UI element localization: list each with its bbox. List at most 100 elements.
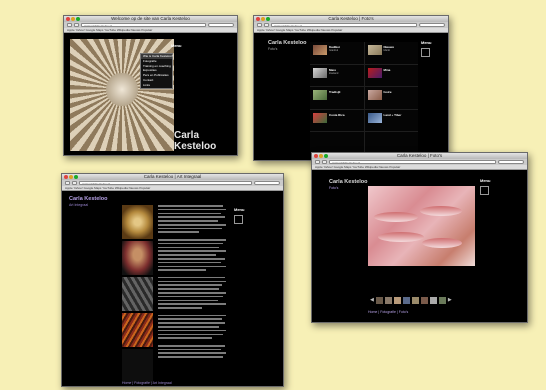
- search-field[interactable]: [208, 23, 234, 27]
- text-line: [158, 295, 224, 298]
- photo-thumbnail[interactable]: [122, 277, 153, 311]
- menu-label[interactable]: Menu: [234, 207, 244, 212]
- address-bar[interactable]: www.carlakesteloo.nl: [329, 160, 496, 164]
- site-name: Carla Kesteloo: [268, 40, 307, 46]
- text-line: [158, 246, 220, 249]
- strip-thumbnail[interactable]: [393, 297, 401, 304]
- strip-thumbnail[interactable]: [420, 297, 428, 304]
- minimize-icon[interactable]: [69, 175, 73, 179]
- strip-thumbnail[interactable]: [429, 297, 437, 304]
- page-content: Carla Kesteloo Foto's Kadikoi Istanbul Nie…: [254, 34, 448, 160]
- album-cell[interactable]: Mare Zeeland: [310, 64, 364, 87]
- forward-button[interactable]: [72, 181, 77, 185]
- fish-shape: [420, 206, 462, 216]
- main-photo[interactable]: [368, 186, 475, 266]
- bookmarks-bar[interactable]: Apple Yahoo! Google Maps YouTube Wikiped…: [64, 28, 237, 33]
- album-cell[interactable]: Mina: [364, 64, 418, 87]
- photo-thumbnail[interactable]: [122, 313, 153, 347]
- album-thumbnail[interactable]: [313, 135, 327, 146]
- text-line: [158, 284, 222, 286]
- close-icon[interactable]: [314, 154, 318, 158]
- text-line: [158, 322, 225, 324]
- close-icon[interactable]: [66, 17, 70, 21]
- next-arrow-icon[interactable]: ▶: [448, 297, 452, 304]
- album-thumbnail[interactable]: [313, 45, 327, 55]
- menu-label[interactable]: Menu: [421, 40, 431, 45]
- text-line: [158, 257, 225, 260]
- album-thumbnail[interactable]: [367, 45, 382, 55]
- minimize-icon[interactable]: [71, 17, 75, 21]
- address-bar[interactable]: www.carlakesteloo.nl: [79, 181, 252, 185]
- forward-button[interactable]: [264, 23, 269, 27]
- bookmarks-bar[interactable]: Apple Yahoo! Google Maps YouTube Wikiped…: [62, 186, 283, 191]
- search-field[interactable]: [254, 181, 280, 185]
- zoom-icon[interactable]: [324, 154, 328, 158]
- address-bar[interactable]: www.carlakesteloo.nl: [271, 23, 417, 27]
- photo-thumbnail[interactable]: [122, 205, 153, 239]
- album-thumbnail[interactable]: [367, 90, 382, 101]
- album-thumbnail[interactable]: [367, 112, 382, 123]
- album-thumbnail[interactable]: [367, 67, 382, 78]
- album-cell[interactable]: Land + Tiber: [364, 109, 418, 132]
- album-cell[interactable]: Nieuwe Markt: [364, 42, 418, 64]
- text-line: [158, 314, 226, 317]
- text-line: [158, 348, 221, 351]
- back-button[interactable]: [315, 160, 320, 164]
- text-line: [158, 329, 226, 332]
- album-cell[interactable]: Costa Rica: [310, 109, 364, 132]
- menu-button[interactable]: [234, 215, 243, 224]
- fish-shape: [378, 232, 424, 242]
- minimize-icon[interactable]: [261, 17, 265, 21]
- breadcrumb[interactable]: Home | Fotografie | Art Integraal: [122, 381, 172, 385]
- back-button[interactable]: [67, 23, 72, 27]
- menu-label[interactable]: Menu: [480, 178, 490, 183]
- photo-thumbnail[interactable]: [122, 241, 153, 275]
- menu-button[interactable]: [421, 48, 430, 57]
- strip-thumbnail[interactable]: [402, 297, 410, 304]
- album-cell[interactable]: Kadikoi Istanbul: [310, 42, 364, 64]
- back-button[interactable]: [257, 23, 262, 27]
- photo-thumbnail[interactable]: [122, 349, 153, 383]
- text-line: [158, 326, 220, 328]
- menu-label[interactable]: Menu: [171, 43, 181, 48]
- breadcrumb[interactable]: Home | Fotografie | Foto's: [368, 310, 408, 314]
- site-name: Carla Kesteloo: [174, 130, 217, 152]
- album-cell[interactable]: Tradisjli: [310, 87, 364, 109]
- bookmarks-bar[interactable]: Apple Yahoo! Google Maps YouTube Wikiped…: [312, 165, 527, 170]
- search-field[interactable]: [498, 160, 524, 164]
- zoom-icon[interactable]: [266, 17, 270, 21]
- title-bar: Carla Kesteloo | Foto's: [254, 16, 448, 22]
- album-place: Zeeland: [329, 71, 339, 75]
- text-line: [158, 276, 225, 279]
- menu-item[interactable]: Links: [141, 83, 172, 88]
- forward-button[interactable]: [322, 160, 327, 164]
- text-line: [158, 318, 222, 321]
- strip-thumbnail[interactable]: [384, 297, 392, 304]
- album-thumbnail[interactable]: [313, 112, 327, 123]
- text-line: [158, 269, 206, 271]
- window-title: Carla Kesteloo | Art Integraal: [143, 174, 202, 179]
- menu-button[interactable]: [480, 186, 489, 195]
- address-bar[interactable]: www.carlakesteloo.nl: [81, 23, 206, 27]
- window-title: Welcome op de site van Carla Kesteloo: [111, 16, 190, 21]
- zoom-icon[interactable]: [74, 175, 78, 179]
- browser-window-integraal: Carla Kesteloo | Art Integraal www.carla…: [61, 173, 284, 387]
- album-thumbnail[interactable]: [367, 135, 382, 146]
- forward-button[interactable]: [74, 23, 79, 27]
- close-icon[interactable]: [64, 175, 68, 179]
- strip-thumbnail[interactable]: [375, 297, 383, 304]
- album-thumbnail[interactable]: [313, 90, 327, 101]
- album-cell[interactable]: [310, 132, 364, 154]
- strip-thumbnail[interactable]: [411, 297, 419, 304]
- search-field[interactable]: [419, 23, 445, 27]
- close-icon[interactable]: [256, 17, 260, 21]
- back-button[interactable]: [65, 181, 70, 185]
- strip-thumbnail[interactable]: [438, 297, 446, 304]
- album-cell[interactable]: [364, 132, 418, 154]
- zoom-icon[interactable]: [76, 17, 80, 21]
- minimize-icon[interactable]: [319, 154, 323, 158]
- prev-arrow-icon[interactable]: ◀: [370, 297, 374, 304]
- album-cell[interactable]: Ivoire: [364, 87, 418, 109]
- bookmarks-bar[interactable]: Apple Yahoo! Google Maps YouTube Wikiped…: [254, 28, 448, 33]
- album-thumbnail[interactable]: [313, 67, 327, 78]
